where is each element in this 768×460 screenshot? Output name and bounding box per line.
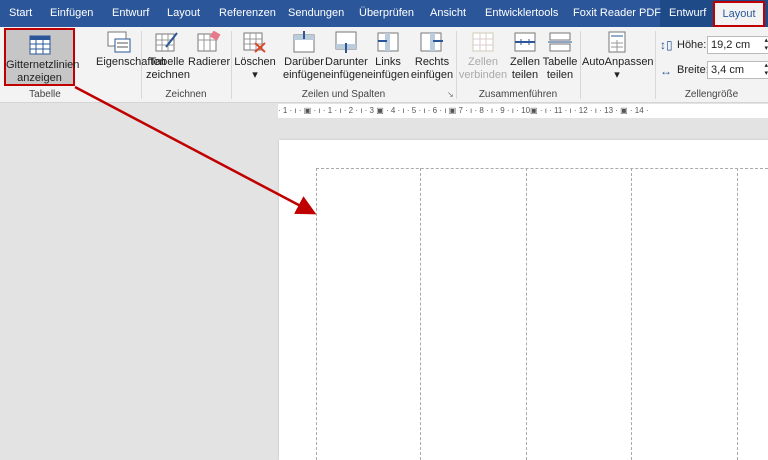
annotation-arrow <box>74 85 317 215</box>
